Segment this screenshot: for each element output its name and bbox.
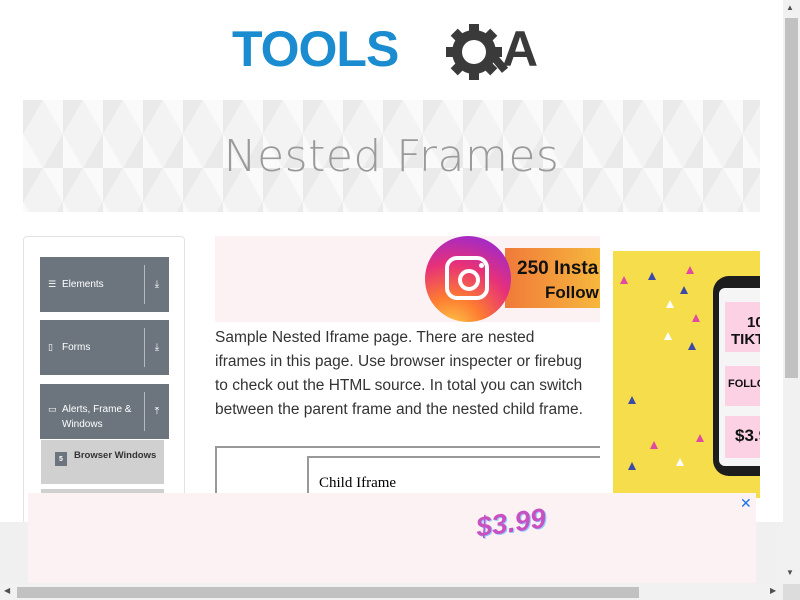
confetti: [688, 342, 696, 350]
divider: [144, 392, 145, 431]
phone-card-count: 100 TIKTO: [725, 302, 760, 352]
phone-card-followers: FOLLOWE: [725, 366, 760, 406]
card-label: TIKTO: [731, 331, 760, 348]
sidebar: ☰ Elements ⤓ ▯ Forms ⤓ ▭ Alerts, Frame & Wi…: [23, 236, 185, 536]
upload-arrow-icon[interactable]: ⤒: [148, 384, 166, 439]
confetti: [680, 286, 688, 294]
html5-icon: 5: [55, 452, 67, 466]
child-iframe-text: Child Iframe: [319, 475, 397, 491]
logo-text-tools: TOOLS: [232, 21, 398, 77]
confetti: [676, 458, 684, 466]
scroll-left-icon[interactable]: ◀: [4, 586, 10, 595]
divider: [144, 328, 145, 367]
sidebar-group-label: Elements: [62, 279, 104, 290]
sidebar-group-alerts-frame-windows[interactable]: ▭ Alerts, Frame & Windows ⤒: [40, 384, 169, 439]
scroll-up-icon[interactable]: ▲: [786, 3, 794, 12]
document-icon: ▯: [48, 342, 53, 352]
card-number: 100: [747, 314, 760, 331]
scrollbar-corner: [783, 584, 800, 600]
phone-card-price: $3.99: [725, 416, 760, 458]
scroll-down-icon[interactable]: ▼: [786, 568, 794, 577]
confetti: [650, 441, 658, 449]
sidebar-item-label: Browser Windows: [74, 450, 157, 461]
confetti: [620, 276, 628, 284]
horizontal-scrollbar-thumb[interactable]: [17, 587, 639, 598]
confetti: [628, 396, 636, 404]
page: TOOLS A Nested Frames ☰ Elements ⤓ ▯ For…: [0, 0, 800, 600]
divider: [144, 265, 145, 304]
confetti: [664, 332, 672, 340]
confetti: [686, 266, 694, 274]
instagram-dot: [479, 263, 484, 268]
card-label: FOLLOWE: [728, 378, 760, 390]
page-title: Nested Frames: [223, 130, 560, 182]
bottom-ad-banner[interactable]: $3.99 ✕: [28, 493, 756, 583]
confetti: [692, 314, 700, 322]
sidebar-item-browser-windows[interactable]: 5 Browser Windows: [41, 440, 164, 484]
ad-text-line2: Follow: [545, 283, 599, 302]
download-arrow-icon[interactable]: ⤓: [148, 320, 166, 375]
gear-icon: [446, 24, 509, 80]
window-icon: ▭: [48, 404, 57, 414]
hamburger-icon: ☰: [48, 279, 57, 289]
confetti: [696, 434, 704, 442]
confetti: [648, 272, 656, 280]
sidebar-group-label: Forms: [62, 342, 91, 353]
ad-price: $3.99: [474, 502, 548, 543]
confetti: [666, 300, 674, 308]
card-price: $3.99: [735, 426, 760, 445]
sidebar-group-label: Alerts, Frame & Windows: [62, 404, 132, 430]
sidebar-group-forms[interactable]: ▯ Forms ⤓: [40, 320, 169, 375]
scroll-right-icon[interactable]: ▶: [770, 586, 776, 595]
tiktok-ad-sidebar[interactable]: 100 TIKTO FOLLOWE $3.99: [600, 236, 760, 498]
close-icon[interactable]: ✕: [740, 495, 752, 512]
page-banner: Nested Frames: [23, 100, 760, 212]
vertical-scrollbar-thumb[interactable]: [785, 18, 798, 378]
ad-text-line1: 250 Insta: [517, 258, 599, 279]
page-description: Sample Nested Iframe page. There are nes…: [215, 329, 583, 418]
instagram-ad-banner[interactable]: 250 Insta Follow: [215, 236, 605, 322]
logo-text-a: A: [502, 21, 538, 77]
download-arrow-icon[interactable]: ⤓: [148, 257, 166, 312]
sidebar-group-elements[interactable]: ☰ Elements ⤓: [40, 257, 169, 312]
confetti: [628, 462, 636, 470]
toolsqa-logo[interactable]: TOOLS A: [232, 20, 557, 90]
